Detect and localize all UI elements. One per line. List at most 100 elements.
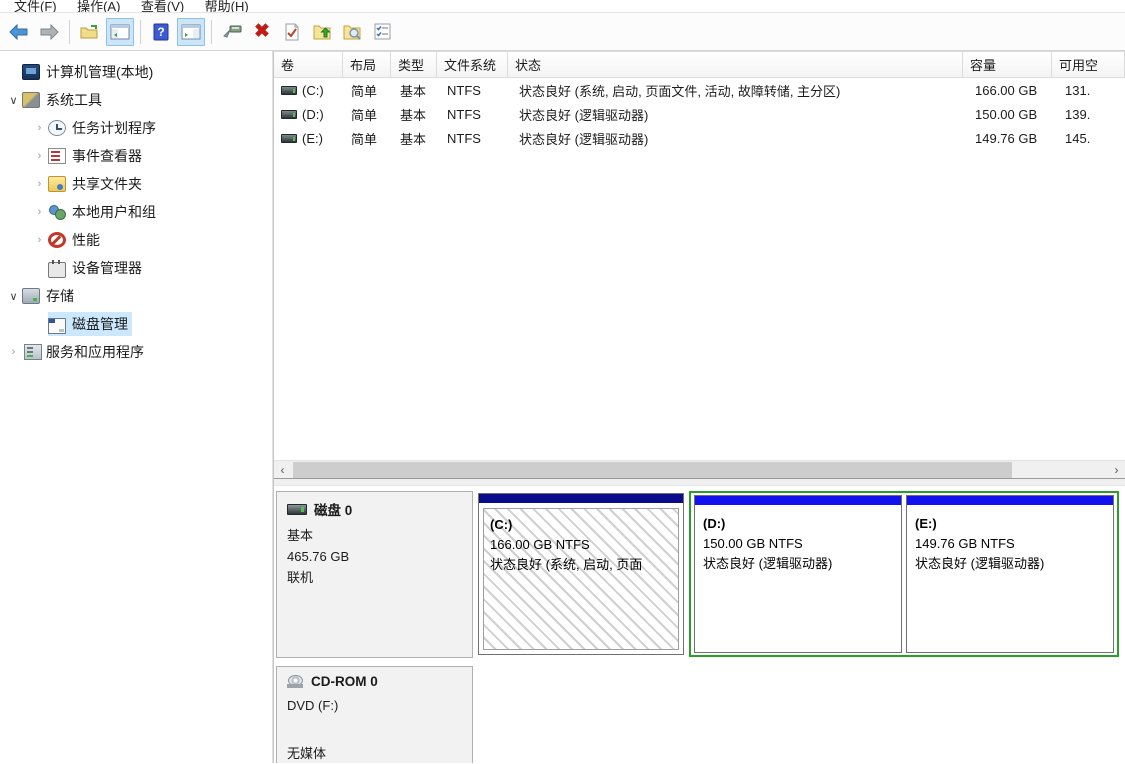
extended-partition-frame: (D:) 150.00 GB NTFS 状态良好 (逻辑驱动器) (E:) 14…: [689, 491, 1119, 657]
column-header-status[interactable]: 状态: [507, 51, 963, 78]
device-manager-icon: [48, 262, 66, 278]
folder-up-button[interactable]: [308, 18, 336, 46]
partition-color-bar: [907, 496, 1113, 506]
volume-free: 145.: [1058, 131, 1125, 146]
console-tree: 计算机管理(本地) ∨ 系统工具 › 任务计划程序 › 事件查看器 › 共享文件…: [0, 51, 273, 763]
column-header-type[interactable]: 类型: [390, 51, 437, 78]
menu-file[interactable]: 文件(F): [6, 0, 65, 13]
column-header-volume[interactable]: 卷: [274, 51, 343, 78]
volume-row-d[interactable]: (D:) 简单 基本 NTFS 状态良好 (逻辑驱动器) 150.00 GB 1…: [274, 102, 1125, 126]
tree-item-computer-management[interactable]: 计算机管理(本地): [0, 58, 272, 86]
check-document-button[interactable]: [278, 18, 306, 46]
tree-item-event-viewer[interactable]: › 事件查看器: [0, 142, 272, 170]
cdrom-label-box[interactable]: CD-ROM 0 DVD (F:) 无媒体: [276, 666, 473, 763]
svg-text:?: ?: [157, 25, 164, 39]
volume-name: (E:): [302, 131, 323, 146]
action-pane-toggle-button[interactable]: [177, 18, 205, 46]
pane-splitter[interactable]: [274, 478, 1125, 486]
export-list-button[interactable]: [76, 18, 104, 46]
properties-device-icon: [222, 24, 242, 40]
local-users-groups-icon: [48, 204, 66, 220]
cdrom-drive-letter: DVD (F:): [287, 695, 462, 716]
chevron-right-icon[interactable]: ›: [31, 150, 48, 162]
disk-name: 磁盘 0: [314, 499, 352, 519]
forward-button[interactable]: [35, 18, 63, 46]
partition-status: 状态良好 (逻辑驱动器): [915, 554, 1105, 574]
volume-icon: [281, 110, 297, 119]
horizontal-scrollbar[interactable]: ‹ ›: [274, 460, 1125, 478]
details-pane: 卷 布局 类型 文件系统 状态 容量 可用空 (C:) 简单 基本 NTFS 状…: [273, 51, 1125, 763]
tree-label: 共享文件夹: [72, 174, 142, 194]
tree-label: 存储: [46, 286, 74, 306]
volume-free: 139.: [1058, 107, 1125, 122]
partition-d[interactable]: (D:) 150.00 GB NTFS 状态良好 (逻辑驱动器): [694, 495, 902, 653]
menu-view[interactable]: 查看(V): [133, 0, 192, 13]
scrollbar-track[interactable]: [291, 461, 1108, 479]
tree-label: 系统工具: [46, 90, 102, 110]
disk0-label-box[interactable]: 磁盘 0 基本 465.76 GB 联机: [276, 491, 473, 658]
column-header-layout[interactable]: 布局: [342, 51, 391, 78]
partition-e[interactable]: (E:) 149.76 GB NTFS 状态良好 (逻辑驱动器): [906, 495, 1114, 653]
scroll-left-arrow-icon[interactable]: ‹: [274, 461, 291, 479]
help-button[interactable]: ?: [147, 18, 175, 46]
disk-management-icon: [48, 318, 66, 334]
toolbar-separator: [140, 20, 141, 44]
scroll-right-arrow-icon[interactable]: ›: [1108, 461, 1125, 479]
chevron-down-icon[interactable]: ∨: [5, 94, 22, 107]
toolbar-separator: [211, 20, 212, 44]
tree-item-storage[interactable]: ∨ 存储: [0, 282, 272, 310]
menu-help[interactable]: 帮助(H): [197, 0, 257, 13]
menu-action[interactable]: 操作(A): [69, 0, 128, 13]
console-tree-toggle-icon: [110, 24, 130, 40]
tree-item-task-scheduler[interactable]: › 任务计划程序: [0, 114, 272, 142]
partition-size: 166.00 GB NTFS: [490, 535, 672, 555]
disk0-partitions: (C:) 166.00 GB NTFS 状态良好 (系统, 启动, 页面 (: [477, 491, 1125, 658]
help-icon: ?: [153, 23, 169, 41]
tree-label: 事件查看器: [72, 146, 142, 166]
volume-layout: 简单: [344, 105, 393, 124]
partition-c[interactable]: (C:) 166.00 GB NTFS 状态良好 (系统, 启动, 页面: [478, 493, 684, 655]
delete-volume-button[interactable]: ✖: [248, 18, 276, 46]
chevron-right-icon[interactable]: ›: [5, 346, 22, 358]
cdrom-name: CD-ROM 0: [311, 674, 378, 689]
tree-item-services-applications[interactable]: › 服务和应用程序: [0, 338, 272, 366]
back-button[interactable]: [5, 18, 33, 46]
chevron-right-icon[interactable]: ›: [31, 122, 48, 134]
volume-row-e[interactable]: (E:) 简单 基本 NTFS 状态良好 (逻辑驱动器) 149.76 GB 1…: [274, 126, 1125, 150]
folder-search-button[interactable]: [338, 18, 366, 46]
column-header-capacity[interactable]: 容量: [962, 51, 1052, 78]
volume-fs: NTFS: [440, 131, 512, 146]
tree-item-shared-folders[interactable]: › 共享文件夹: [0, 170, 272, 198]
document-check-icon: [284, 23, 300, 41]
chevron-right-icon[interactable]: ›: [31, 206, 48, 218]
chevron-down-icon[interactable]: ∨: [5, 290, 22, 303]
list-options-button[interactable]: [368, 18, 396, 46]
volume-row-c[interactable]: (C:) 简单 基本 NTFS 状态良好 (系统, 启动, 页面文件, 活动, …: [274, 78, 1125, 102]
folder-up-icon: [312, 23, 332, 41]
tree-item-local-users-groups[interactable]: › 本地用户和组: [0, 198, 272, 226]
services-applications-icon: [24, 344, 42, 360]
tree-label: 本地用户和组: [72, 202, 156, 222]
volume-icon: [281, 86, 297, 95]
tree-item-disk-management[interactable]: 磁盘管理: [0, 310, 272, 338]
tree-item-system-tools[interactable]: ∨ 系统工具: [0, 86, 272, 114]
volume-fs: NTFS: [440, 107, 512, 122]
partition-label: (C:): [490, 515, 672, 535]
chevron-right-icon[interactable]: ›: [31, 234, 48, 246]
tree-label: 设备管理器: [72, 258, 142, 278]
shared-folders-icon: [48, 176, 66, 192]
console-tree-toggle-button[interactable]: [106, 18, 134, 46]
tree-label: 服务和应用程序: [46, 342, 144, 362]
tree-item-device-manager[interactable]: 设备管理器: [0, 254, 272, 282]
column-header-filesystem[interactable]: 文件系统: [436, 51, 508, 78]
properties-button[interactable]: [218, 18, 246, 46]
menu-bar: 文件(F) 操作(A) 查看(V) 帮助(H): [0, 0, 1125, 13]
tree-label: 任务计划程序: [72, 118, 156, 138]
scrollbar-thumb[interactable]: [293, 462, 1012, 478]
column-header-free-space[interactable]: 可用空: [1051, 51, 1125, 78]
disk-status: 联机: [287, 567, 462, 588]
tree-item-performance[interactable]: › 性能: [0, 226, 272, 254]
volume-type: 基本: [393, 105, 440, 124]
volume-icon: [281, 134, 297, 143]
chevron-right-icon[interactable]: ›: [31, 178, 48, 190]
